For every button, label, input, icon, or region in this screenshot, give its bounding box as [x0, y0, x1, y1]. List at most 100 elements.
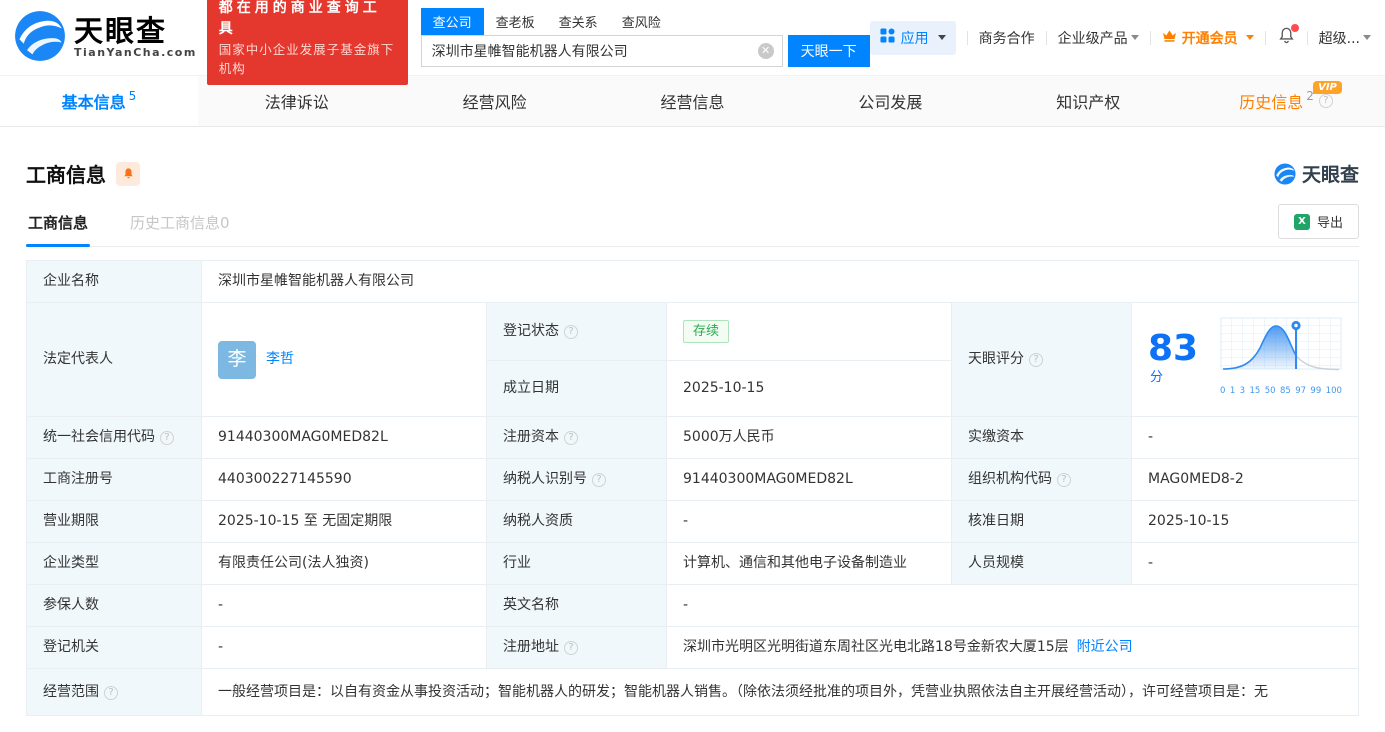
search-tab-relation[interactable]: 查关系: [547, 8, 610, 35]
tianyancha-logo[interactable]: 天眼查 TianYanCha.com: [14, 10, 197, 66]
label-paid-capital: 实缴资本: [951, 416, 1132, 459]
label-business-scope: 经营范围: [26, 668, 202, 716]
divider: [966, 30, 968, 45]
crown-icon: [1162, 29, 1177, 46]
content: 工商信息 天眼查 工商信息 历史工商信息0 X 导出 企业名称 深圳市星帷智能机…: [0, 127, 1385, 732]
tab-intellectual-property[interactable]: 知识产权: [989, 76, 1187, 126]
watermark-logo-icon: [1274, 162, 1296, 185]
label-establish-date: 成立日期: [486, 360, 667, 417]
label-english-name: 英文名称: [486, 584, 667, 627]
main-tabbar: 基本信息 5 法律诉讼 经营风险 经营信息 公司发展 知识产权 历史信息 2 V…: [0, 75, 1385, 127]
excel-icon: X: [1293, 213, 1310, 230]
label-taxpayer-quality: 纳税人资质: [486, 500, 667, 543]
divider: [1306, 30, 1308, 45]
help-icon[interactable]: [1318, 94, 1333, 108]
value-business-scope: 一般经营项目是：以自有资金从事投资活动；智能机器人的研发；智能机器人销售。（除依…: [201, 668, 1359, 716]
search-button[interactable]: 天眼一下: [787, 35, 870, 67]
label-reg-number: 工商注册号: [26, 458, 202, 501]
promo-line2: 国家中小企业发展子基金旗下机构: [218, 41, 395, 76]
value-reg-authority: -: [201, 626, 487, 669]
label-insured: 参保人数: [26, 584, 202, 627]
nav-business-cooperation[interactable]: 商务合作: [979, 28, 1035, 48]
legal-rep-avatar[interactable]: 李: [218, 340, 256, 379]
value-taxpayer-quality: -: [666, 500, 952, 543]
value-company-name: 深圳市星帷智能机器人有限公司: [201, 260, 1359, 303]
caret-down-icon: [1130, 35, 1139, 40]
help-icon[interactable]: [1029, 353, 1043, 367]
help-icon[interactable]: [1057, 473, 1071, 487]
tab-operation-info[interactable]: 经营信息: [594, 76, 792, 126]
help-icon[interactable]: [564, 431, 578, 445]
search-tab-risk[interactable]: 查风险: [610, 8, 673, 35]
export-button[interactable]: X 导出: [1277, 204, 1359, 239]
clear-icon[interactable]: ✕: [757, 43, 774, 59]
search-input[interactable]: [421, 43, 782, 59]
legal-rep-link[interactable]: 李哲: [266, 349, 294, 370]
value-english-name: -: [666, 584, 1359, 627]
notification-bell[interactable]: [1277, 24, 1299, 49]
promo-line1: 都在用的商业查询工具: [218, 0, 381, 37]
business-info-table: 企业名称 深圳市星帷智能机器人有限公司 法定代表人 李 李哲 登记状态 存续 天…: [26, 260, 1359, 716]
value-legal-rep: 李 李哲: [201, 302, 487, 417]
value-credit-code: 91440300MAG0MED82L: [201, 416, 487, 459]
help-icon[interactable]: [104, 685, 118, 700]
label-credit-code: 统一社会信用代码: [26, 416, 202, 459]
tab-count: 5: [128, 89, 137, 103]
help-icon[interactable]: [564, 325, 578, 340]
subscribe-bell-icon[interactable]: [116, 161, 140, 186]
value-establish-date: 2025-10-15: [666, 360, 952, 417]
label-company-name: 企业名称: [26, 260, 202, 303]
label-reg-address: 注册地址: [486, 626, 667, 669]
label-reg-status: 登记状态: [486, 301, 667, 362]
tab-company-development[interactable]: 公司发展: [791, 76, 989, 126]
label-business-term: 营业期限: [26, 500, 202, 543]
label-staff-size: 人员规模: [951, 542, 1132, 585]
header-nav: 应用 商务合作 企业级产品 开通会员 超级...: [869, 20, 1371, 55]
label-score: 天眼评分: [951, 302, 1132, 417]
help-icon[interactable]: [160, 431, 174, 445]
nav-super-account[interactable]: 超级...: [1319, 28, 1371, 48]
section-title: 工商信息: [26, 163, 106, 187]
nav-enterprise-products[interactable]: 企业级产品: [1058, 28, 1139, 48]
value-reg-number: 440300227145590: [201, 458, 487, 501]
status-badge: 存续: [683, 320, 730, 344]
watermark-logo: 天眼查: [1274, 160, 1359, 187]
value-taxpayer-id: 91440300MAG0MED82L: [666, 458, 952, 501]
value-score: 83分 0 1 3 15 50 85 97 99 100: [1131, 302, 1359, 417]
app-menu-label: 应用: [900, 30, 929, 47]
score-unit: 分: [1150, 370, 1164, 385]
tab-legal-litigation[interactable]: 法律诉讼: [198, 76, 396, 126]
tab-basic-info[interactable]: 基本信息 5: [0, 76, 198, 126]
nav-open-vip[interactable]: 开通会员: [1162, 28, 1254, 48]
subtab-business-info[interactable]: 工商信息: [26, 212, 91, 247]
label-approval-date: 核准日期: [951, 500, 1132, 543]
label-reg-capital: 注册资本: [486, 416, 667, 459]
help-icon[interactable]: [564, 641, 578, 655]
notification-dot: [1290, 24, 1299, 32]
label-org-code: 组织机构代码: [951, 458, 1132, 501]
subtab-history-business-info[interactable]: 历史工商信息0: [128, 212, 232, 246]
value-reg-address: 深圳市光明区光明街道东周社区光电北路18号金新农大厦15层 附近公司: [666, 626, 1359, 669]
search-tab-boss[interactable]: 查老板: [484, 8, 547, 35]
tab-history-info[interactable]: 历史信息 2 VIP: [1187, 76, 1385, 126]
search-tab-company[interactable]: 查公司: [420, 8, 484, 35]
label-taxpayer-id: 纳税人识别号: [486, 458, 667, 501]
nearby-companies-link[interactable]: 附近公司: [1077, 639, 1133, 655]
subtab-row: 工商信息 历史工商信息0 X 导出: [26, 204, 1359, 247]
score-value: 83: [1148, 328, 1199, 369]
promo-banner: 都在用的商业查询工具 国家中小企业发展子基金旗下机构: [206, 0, 408, 85]
vip-badge: VIP: [1313, 81, 1342, 94]
value-industry: 计算机、通信和其他电子设备制造业: [666, 542, 952, 585]
divider: [1264, 30, 1266, 45]
divider: [1045, 30, 1047, 45]
value-company-type: 有限责任公司(法人独资): [201, 542, 487, 585]
tab-operation-risk[interactable]: 经营风险: [396, 76, 594, 126]
value-business-term: 2025-10-15 至 无固定期限: [201, 500, 487, 543]
value-approval-date: 2025-10-15: [1131, 500, 1359, 543]
label-legal-rep: 法定代表人: [26, 302, 202, 417]
tianyancha-logo-icon: [14, 10, 66, 66]
label-reg-authority: 登记机关: [26, 626, 202, 669]
caret-down-icon: [1363, 35, 1371, 40]
help-icon[interactable]: [592, 473, 606, 487]
app-menu[interactable]: 应用: [869, 20, 956, 55]
